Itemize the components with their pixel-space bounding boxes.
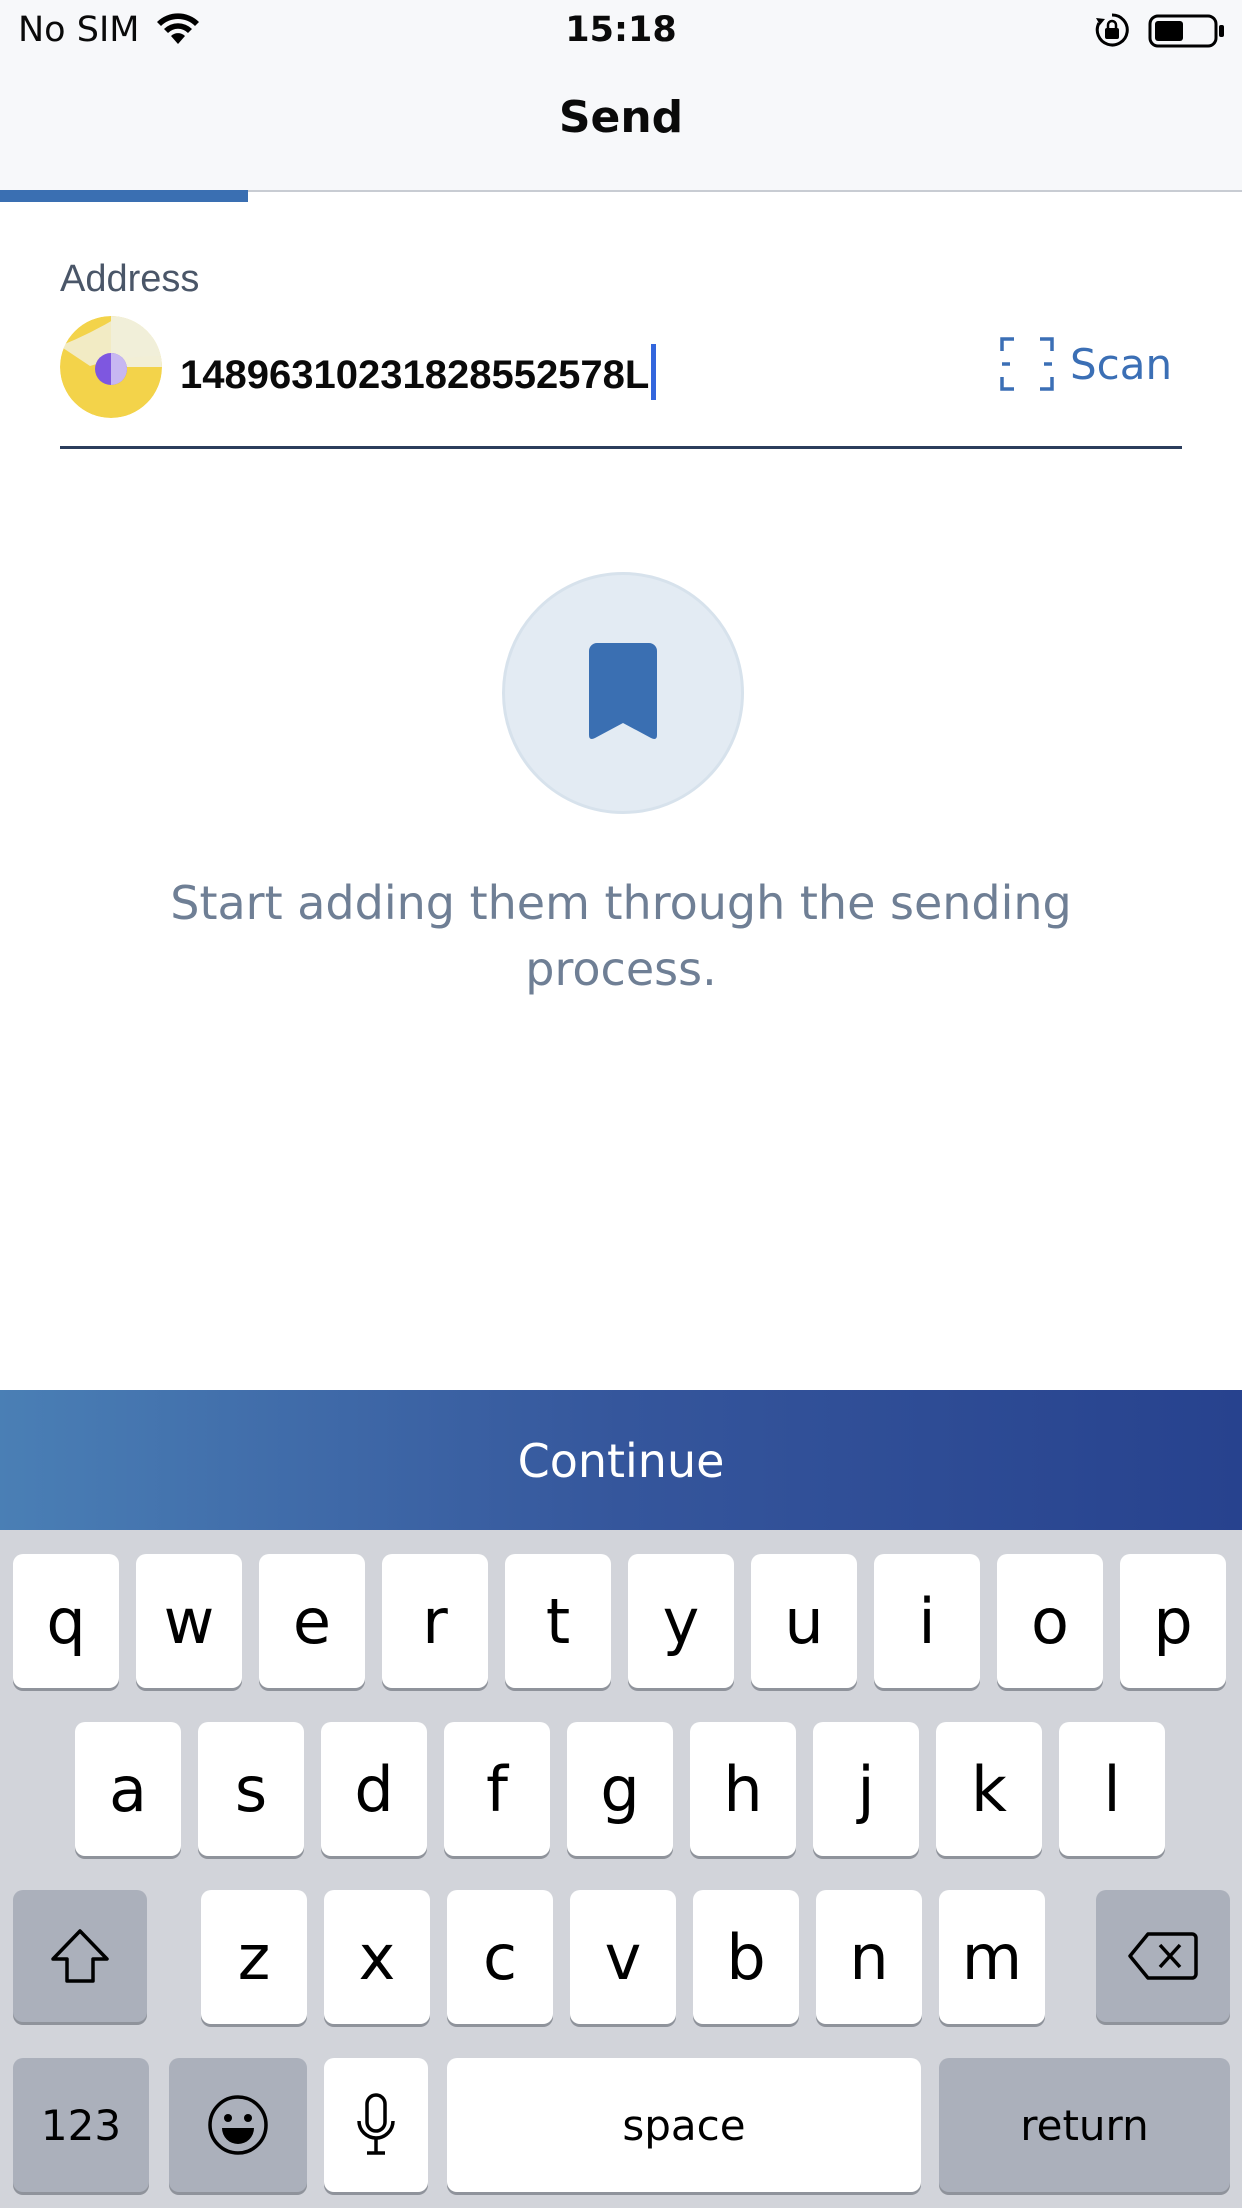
- nav-bar: Send: [0, 62, 1242, 192]
- emoji-key[interactable]: [169, 2058, 307, 2192]
- address-value: 14896310231828552578L: [180, 353, 650, 397]
- key-p[interactable]: p: [1120, 1554, 1226, 1688]
- battery-icon: [1148, 14, 1224, 48]
- key-r[interactable]: r: [382, 1554, 488, 1688]
- key-b[interactable]: b: [693, 1890, 799, 2024]
- key-q[interactable]: q: [13, 1554, 119, 1688]
- rotation-lock-icon: [1095, 13, 1129, 47]
- key-z[interactable]: z: [201, 1890, 307, 2024]
- empty-state-message: Start adding them through the sending pr…: [170, 876, 1072, 996]
- key-v[interactable]: v: [570, 1890, 676, 2024]
- emoji-icon: [208, 2095, 268, 2155]
- step-progress-bar: [0, 190, 248, 202]
- key-g[interactable]: g: [567, 1722, 673, 1856]
- backspace-key[interactable]: [1096, 1890, 1230, 2022]
- numbers-key[interactable]: 123: [13, 2058, 149, 2192]
- clock: 15:18: [565, 10, 677, 50]
- key-d[interactable]: d: [321, 1722, 427, 1856]
- key-o[interactable]: o: [997, 1554, 1103, 1688]
- microphone-key[interactable]: [324, 2058, 428, 2192]
- bookmark-badge: [502, 572, 744, 814]
- scan-icon: [1000, 337, 1054, 391]
- key-i[interactable]: i: [874, 1554, 980, 1688]
- key-w[interactable]: w: [136, 1554, 242, 1688]
- key-y[interactable]: y: [628, 1554, 734, 1688]
- shift-icon: [51, 1929, 109, 1983]
- key-x[interactable]: x: [324, 1890, 430, 2024]
- space-key[interactable]: space: [447, 2058, 921, 2192]
- key-k[interactable]: k: [936, 1722, 1042, 1856]
- avatar-icon: [60, 316, 162, 418]
- status-bar: No SIM 15:18: [0, 0, 1242, 62]
- address-underline: [60, 446, 1182, 449]
- key-u[interactable]: u: [751, 1554, 857, 1688]
- key-f[interactable]: f: [444, 1722, 550, 1856]
- key-n[interactable]: n: [816, 1890, 922, 2024]
- account-avatar: [60, 316, 162, 418]
- key-j[interactable]: j: [813, 1722, 919, 1856]
- return-key[interactable]: return: [939, 2058, 1230, 2192]
- text-caret: [651, 344, 657, 400]
- keyboard: qwertyuiop asdfghjkl zxcvbnm 123 space r…: [0, 1530, 1242, 2208]
- scan-button[interactable]: Scan: [1000, 334, 1172, 394]
- scan-label: Scan: [1070, 339, 1173, 389]
- shift-key[interactable]: [13, 1890, 147, 2022]
- key-c[interactable]: c: [447, 1890, 553, 2024]
- page-title: Send: [558, 92, 684, 143]
- microphone-icon: [357, 2093, 395, 2155]
- key-s[interactable]: s: [198, 1722, 304, 1856]
- key-m[interactable]: m: [939, 1890, 1045, 2024]
- key-h[interactable]: h: [690, 1722, 796, 1856]
- continue-button[interactable]: Continue: [0, 1390, 1242, 1530]
- address-label: Address: [60, 258, 200, 300]
- key-e[interactable]: e: [259, 1554, 365, 1688]
- address-input[interactable]: 14896310231828552578L: [180, 344, 657, 400]
- key-a[interactable]: a: [75, 1722, 181, 1856]
- key-l[interactable]: l: [1059, 1722, 1165, 1856]
- key-t[interactable]: t: [505, 1554, 611, 1688]
- backspace-icon: [1128, 1932, 1198, 1980]
- bookmark-icon: [589, 643, 657, 739]
